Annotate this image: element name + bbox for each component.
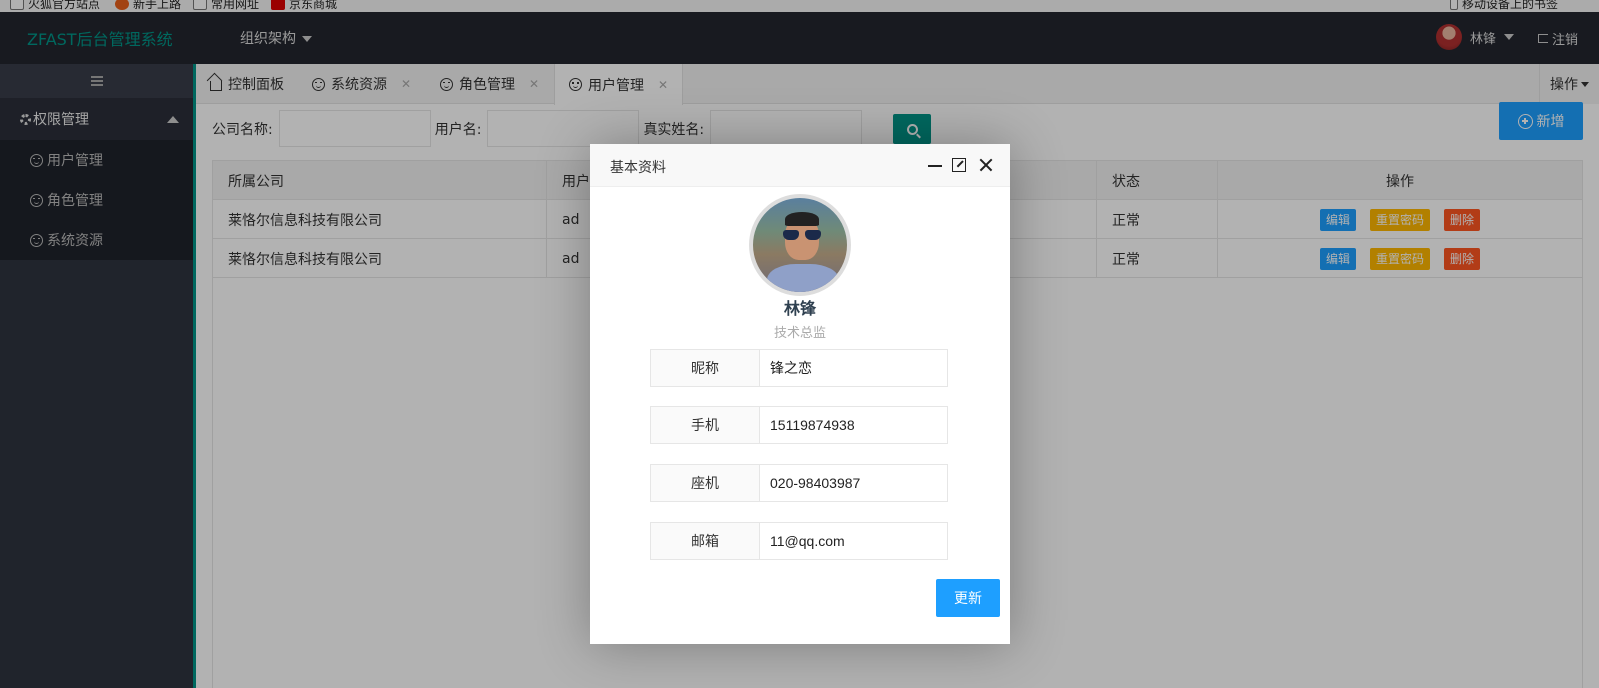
field-email: 邮箱 11@qq.com — [650, 522, 948, 560]
field-mobile: 手机 15119874938 — [650, 406, 948, 444]
profile-name: 林锋 — [783, 299, 816, 318]
field-label: 手机 — [651, 407, 760, 443]
email-input[interactable]: 11@qq.com — [760, 523, 947, 559]
minimize-icon[interactable] — [927, 157, 943, 173]
profile-avatar — [749, 194, 851, 296]
dialog-header: 基本资料 — [590, 144, 1010, 187]
close-icon[interactable] — [978, 157, 994, 173]
update-button[interactable]: 更新 — [936, 579, 1000, 617]
field-nickname: 昵称 锋之恋 — [650, 349, 948, 387]
mobile-input[interactable]: 15119874938 — [760, 407, 947, 443]
profile-dialog: 基本资料 林锋 技术总监 昵称 锋之恋 手机 15119874938 座机 02… — [590, 144, 1010, 644]
field-label: 昵称 — [651, 350, 760, 386]
field-landline: 座机 020-98403987 — [650, 464, 948, 502]
landline-input[interactable]: 020-98403987 — [760, 465, 947, 501]
profile-position: 技术总监 — [773, 326, 826, 341]
maximize-icon[interactable] — [952, 158, 966, 172]
field-label: 邮箱 — [651, 523, 760, 559]
dialog-title: 基本资料 — [610, 160, 666, 176]
nickname-input[interactable]: 锋之恋 — [760, 350, 947, 386]
field-label: 座机 — [651, 465, 760, 501]
